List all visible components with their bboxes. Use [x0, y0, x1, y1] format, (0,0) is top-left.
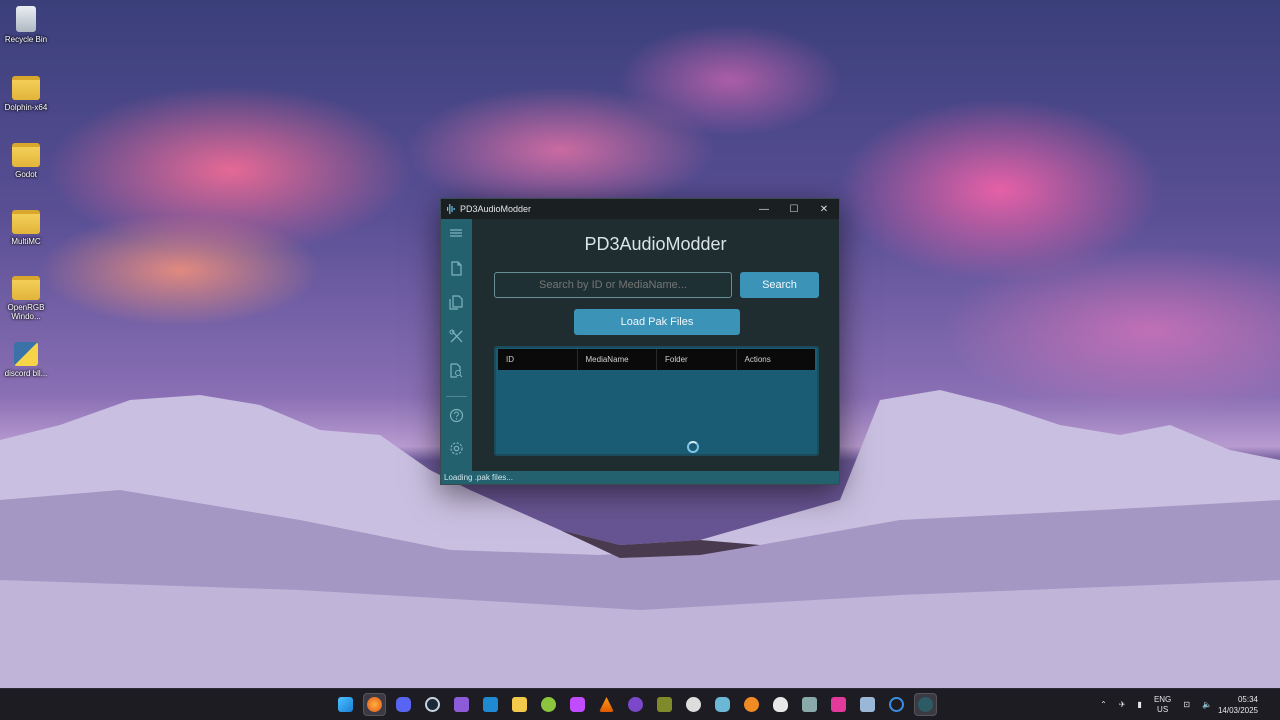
- column-header-actions[interactable]: Actions: [737, 349, 816, 370]
- page-title: PD3AudioModder: [584, 234, 727, 254]
- system-tray: ⌃ ✈ ▮ ENG US ⊡ 🔈 05:34 14/03/2025: [1094, 689, 1280, 720]
- main-content: PD3AudioModder Search Load Pak Files ID …: [472, 219, 839, 471]
- app-icon: [889, 697, 904, 712]
- github-icon: [628, 697, 643, 712]
- steam-icon: [425, 697, 440, 712]
- help-icon[interactable]: [447, 406, 465, 424]
- recycle-bin-icon: [16, 6, 36, 32]
- taskbar-visual-studio[interactable]: [450, 693, 473, 716]
- desktop-icon-dolphin[interactable]: Dolphin-x64: [2, 76, 50, 112]
- taskbar-app-pink[interactable]: [827, 693, 850, 716]
- tray-overflow-chevron-icon[interactable]: ⌃: [1100, 700, 1107, 710]
- menu-icon[interactable]: [447, 224, 465, 242]
- taskbar-clock[interactable]: 05:34 14/03/2025: [1218, 694, 1258, 716]
- files-icon[interactable]: [447, 293, 465, 311]
- status-bar: Loading .pak files...: [441, 471, 839, 484]
- taskbar-explorer[interactable]: [508, 693, 531, 716]
- taskbar-app-circle[interactable]: [885, 693, 908, 716]
- minimize-button[interactable]: —: [749, 199, 779, 219]
- taskbar-vscode[interactable]: [479, 693, 502, 716]
- app-waveform-icon: [918, 697, 933, 712]
- taskbar-app-dark[interactable]: [798, 693, 821, 716]
- app-icon: [657, 697, 672, 712]
- taskbar-pd3audiomodder[interactable]: [914, 693, 937, 716]
- obs-icon: [686, 697, 701, 712]
- close-button[interactable]: ✕: [809, 199, 839, 219]
- folder-icon: [12, 76, 40, 100]
- network-icon[interactable]: ⊡: [1183, 700, 1190, 710]
- blender-icon: [744, 697, 759, 712]
- sidebar-divider: [446, 396, 467, 397]
- visual-studio-icon: [454, 697, 469, 712]
- app-icon: [541, 697, 556, 712]
- app-window: PD3AudioModder — ☐ ✕ PD3AudioModder Sear…: [440, 198, 840, 485]
- taskbar-app-gb[interactable]: [653, 693, 676, 716]
- desktop-icon-openrgb[interactable]: OpenRGB Windo...: [2, 276, 50, 321]
- column-header-id[interactable]: ID: [498, 349, 578, 370]
- taskbar-app-green[interactable]: [537, 693, 560, 716]
- taskbar-discord[interactable]: [392, 693, 415, 716]
- column-header-folder[interactable]: Folder: [657, 349, 737, 370]
- loading-spinner-icon: [687, 441, 699, 453]
- taskbar: ⌃ ✈ ▮ ENG US ⊡ 🔈 05:34 14/03/2025: [0, 688, 1280, 720]
- app-icon: [773, 697, 788, 712]
- search-file-icon[interactable]: [447, 361, 465, 379]
- windows-icon: [338, 697, 353, 712]
- desktop-icon-recycle-bin[interactable]: Recycle Bin: [2, 6, 50, 44]
- desktop-icon-discord-bll[interactable]: discord bll...: [2, 342, 50, 378]
- discord-icon: [396, 697, 411, 712]
- vscode-icon: [483, 697, 498, 712]
- taskbar-steam[interactable]: [421, 693, 444, 716]
- load-pak-files-button[interactable]: Load Pak Files: [574, 309, 740, 335]
- vlc-icon: [599, 697, 614, 712]
- taskbar-github[interactable]: [624, 693, 647, 716]
- table-header: ID MediaName Folder Actions: [498, 349, 815, 370]
- firefox-icon: [367, 697, 382, 712]
- taskbar-app-mask[interactable]: [769, 693, 792, 716]
- folder-icon: [12, 210, 40, 234]
- tray-language[interactable]: ENG US: [1154, 695, 1171, 715]
- tray-app-icon[interactable]: ✈: [1119, 700, 1126, 710]
- app-icon: [715, 697, 730, 712]
- file-icon[interactable]: [447, 259, 465, 277]
- taskbar-firefox[interactable]: [363, 693, 386, 716]
- taskbar-blender[interactable]: [740, 693, 763, 716]
- taskbar-apps: [334, 693, 937, 716]
- search-input[interactable]: [494, 272, 732, 298]
- folder-icon: [12, 143, 40, 167]
- taskbar-app-cyan[interactable]: [711, 693, 734, 716]
- results-table: ID MediaName Folder Actions: [494, 346, 819, 456]
- start-button[interactable]: [334, 693, 357, 716]
- desktop-icon-multimc[interactable]: MultiMC: [2, 210, 50, 246]
- search-button[interactable]: Search: [740, 272, 819, 298]
- window-titlebar[interactable]: PD3AudioModder — ☐ ✕: [441, 199, 839, 219]
- folder-icon: [12, 276, 40, 300]
- tools-icon[interactable]: [447, 327, 465, 345]
- app-waveform-icon: [447, 204, 455, 214]
- volume-icon[interactable]: 🔈: [1202, 700, 1212, 710]
- maximize-button[interactable]: ☐: [779, 199, 809, 219]
- taskbar-app-flag[interactable]: [856, 693, 879, 716]
- settings-icon[interactable]: [447, 439, 465, 457]
- column-header-medianame[interactable]: MediaName: [578, 349, 657, 370]
- taskbar-vlc[interactable]: [595, 693, 618, 716]
- taskbar-app-purple[interactable]: [566, 693, 589, 716]
- app-icon: [831, 697, 846, 712]
- python-file-icon: [14, 342, 38, 366]
- tray-battery-icon[interactable]: ▮: [1138, 700, 1142, 710]
- window-title: PD3AudioModder: [460, 204, 532, 214]
- desktop-icon-godot[interactable]: Godot: [2, 143, 50, 179]
- app-icon: [802, 697, 817, 712]
- folder-icon: [512, 697, 527, 712]
- taskbar-obs[interactable]: [682, 693, 705, 716]
- app-icon: [860, 697, 875, 712]
- app-icon: [570, 697, 585, 712]
- sidebar: [441, 219, 472, 471]
